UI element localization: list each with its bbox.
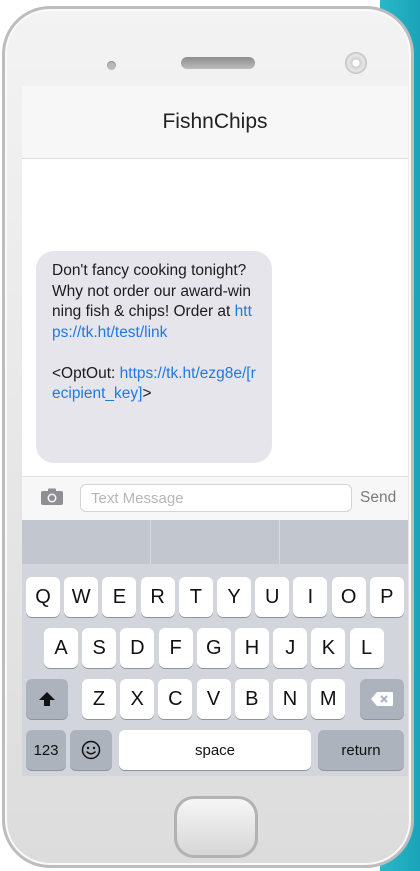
key-q[interactable]: Q xyxy=(26,577,60,617)
camera-icon[interactable] xyxy=(40,488,64,506)
key-b[interactable]: B xyxy=(234,679,269,719)
shift-key[interactable] xyxy=(26,679,68,719)
key-j[interactable]: J xyxy=(273,628,308,668)
key-t[interactable]: T xyxy=(178,577,213,617)
key-r[interactable]: R xyxy=(140,577,175,617)
key-g[interactable]: G xyxy=(196,628,231,668)
space-key[interactable]: space xyxy=(119,730,311,770)
key-z[interactable]: Z xyxy=(82,679,116,719)
key-u[interactable]: U xyxy=(255,577,290,617)
key-w[interactable]: W xyxy=(64,577,99,617)
message-text: Don't fancy cooking tonight? Why not ord… xyxy=(52,262,251,320)
key-v[interactable]: V xyxy=(196,679,231,719)
key-f[interactable]: F xyxy=(158,628,193,668)
key-i[interactable]: I xyxy=(293,577,328,617)
key-h[interactable]: H xyxy=(235,628,269,668)
key-d[interactable]: D xyxy=(120,628,155,668)
suggestion-bar xyxy=(22,520,408,564)
key-o[interactable]: O xyxy=(331,577,366,617)
key-n[interactable]: N xyxy=(273,679,307,719)
numbers-key[interactable]: 123 xyxy=(26,730,66,770)
emoji-icon xyxy=(81,740,101,760)
message-text-optout: <OptOut: xyxy=(52,364,116,382)
message-input[interactable]: Text Message xyxy=(80,484,352,512)
delete-key[interactable] xyxy=(360,679,404,719)
backspace-icon xyxy=(371,692,393,706)
key-y[interactable]: Y xyxy=(217,577,251,617)
key-k[interactable]: K xyxy=(311,628,346,668)
conversation-header: FishnChips xyxy=(22,86,408,159)
emoji-key[interactable] xyxy=(70,730,112,770)
key-s[interactable]: S xyxy=(82,628,117,668)
suggestion-slot[interactable] xyxy=(22,520,151,564)
key-e[interactable]: E xyxy=(102,577,137,617)
suggestion-slot[interactable] xyxy=(280,520,408,564)
key-a[interactable]: A xyxy=(44,628,78,668)
suggestion-slot[interactable] xyxy=(151,520,280,564)
send-button[interactable]: Send xyxy=(360,489,396,507)
key-c[interactable]: C xyxy=(158,679,193,719)
front-camera-icon xyxy=(345,52,367,74)
phone-screen: FishnChips Don't fancy cooking tonight? … xyxy=(22,86,408,776)
contact-name[interactable]: FishnChips xyxy=(22,110,408,134)
shift-icon xyxy=(39,692,55,706)
keyboard: Q W E R T Y U I O P A S D F G H J K L Z X C V B N M 123 space return xyxy=(22,520,408,776)
sensor-dot xyxy=(107,61,116,70)
earpiece-speaker xyxy=(181,57,255,69)
message-composer: Text Message Send xyxy=(22,476,408,521)
key-p[interactable]: P xyxy=(369,577,404,617)
return-key[interactable]: return xyxy=(318,730,404,770)
key-x[interactable]: X xyxy=(120,679,155,719)
message-text-close: > xyxy=(142,385,152,402)
key-l[interactable]: L xyxy=(349,628,384,668)
home-button[interactable] xyxy=(174,796,258,858)
key-m[interactable]: M xyxy=(311,679,346,719)
message-bubble[interactable]: Don't fancy cooking tonight? Why not ord… xyxy=(36,251,272,463)
